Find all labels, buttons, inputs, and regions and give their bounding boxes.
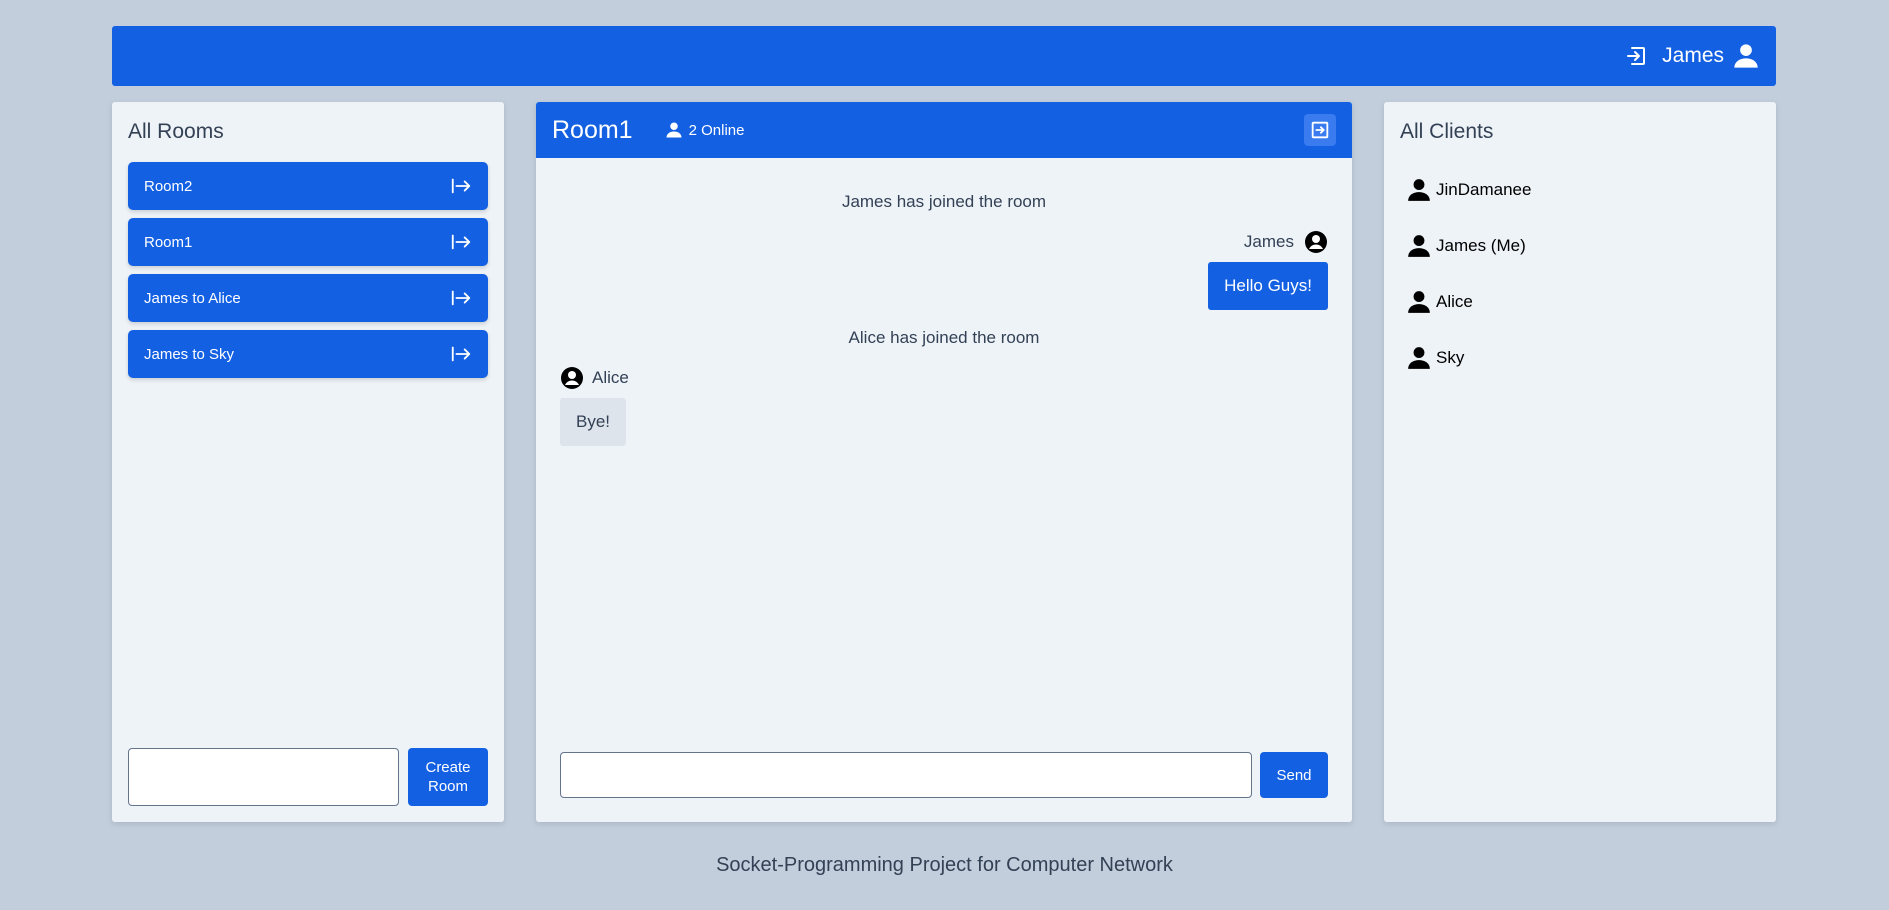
enter-room-icon	[450, 287, 472, 309]
create-room-label-line1: Create	[425, 759, 471, 776]
create-room-label-line2: Room	[427, 778, 468, 795]
online-count: 2 Online	[665, 121, 745, 139]
client-item[interactable]: Alice	[1406, 274, 1531, 330]
clients-title: All Clients	[1400, 120, 1494, 143]
rooms-panel: All Rooms Room2 Room1 James to Alice Jam…	[112, 102, 504, 822]
room-list: Room2 Room1 James to Alice James to Sky	[128, 162, 488, 386]
chat-panel: Room1 2 Online James has joined the room…	[536, 102, 1352, 822]
avatar-icon	[560, 366, 584, 390]
current-username: James	[1662, 44, 1724, 67]
room-name-input[interactable]	[128, 748, 399, 806]
leave-room-button[interactable]	[1304, 114, 1336, 146]
room-item-james-to-sky[interactable]: James to Sky	[128, 330, 488, 378]
message-bubble-self: Hello Guys!	[1208, 262, 1328, 310]
enter-room-icon	[450, 231, 472, 253]
client-name: JinDamanee	[1436, 180, 1532, 199]
room-label: James to Alice	[144, 289, 241, 307]
footer-text: Socket-Programming Project for Computer …	[716, 854, 1173, 876]
message-sender-self: James	[1244, 230, 1328, 254]
create-room-button[interactable]: Create Room	[408, 748, 488, 806]
send-button[interactable]: Send	[1260, 752, 1328, 798]
room-label: Room2	[144, 177, 193, 195]
room-item-room2[interactable]: Room2	[128, 162, 488, 210]
online-count-text: 2 Online	[688, 121, 745, 139]
user-icon	[1406, 233, 1432, 259]
room-item-james-to-alice[interactable]: James to Alice	[128, 274, 488, 322]
client-name: Alice	[1436, 292, 1473, 311]
message-sender-other: Alice	[560, 366, 629, 390]
message-bubble-other: Bye!	[560, 398, 627, 446]
sender-name: Alice	[592, 368, 629, 387]
clients-panel: All Clients JinDamanee James (Me) Alice …	[1384, 102, 1776, 822]
room-label: James to Sky	[144, 345, 235, 363]
sender-name: James	[1243, 232, 1294, 251]
message-input[interactable]	[560, 752, 1252, 798]
client-name: James (Me)	[1436, 236, 1526, 255]
top-bar: James	[112, 26, 1776, 86]
online-user-icon	[665, 121, 683, 139]
client-item[interactable]: James (Me)	[1406, 218, 1531, 274]
leave-room-icon	[1311, 121, 1329, 139]
system-message: James has joined the room	[841, 192, 1047, 211]
user-icon	[1406, 177, 1432, 203]
client-name: Sky	[1436, 348, 1465, 367]
avatar-icon	[1304, 230, 1328, 254]
room-label: Room1	[144, 233, 193, 251]
client-item[interactable]: Sky	[1406, 330, 1531, 386]
chat-room-name: Room1	[552, 115, 633, 144]
enter-room-icon	[450, 175, 472, 197]
logout-icon[interactable]	[1624, 44, 1648, 68]
client-list: JinDamanee James (Me) Alice Sky	[1406, 162, 1531, 386]
user-icon	[1406, 289, 1432, 315]
client-item[interactable]: JinDamanee	[1406, 162, 1531, 218]
user-icon	[1406, 345, 1432, 371]
enter-room-icon	[450, 343, 472, 365]
user-icon	[1732, 42, 1760, 70]
system-message: Alice has joined the room	[848, 328, 1040, 347]
chat-header: Room1 2 Online	[536, 102, 1352, 158]
rooms-title: All Rooms	[128, 120, 224, 143]
room-item-room1[interactable]: Room1	[128, 218, 488, 266]
